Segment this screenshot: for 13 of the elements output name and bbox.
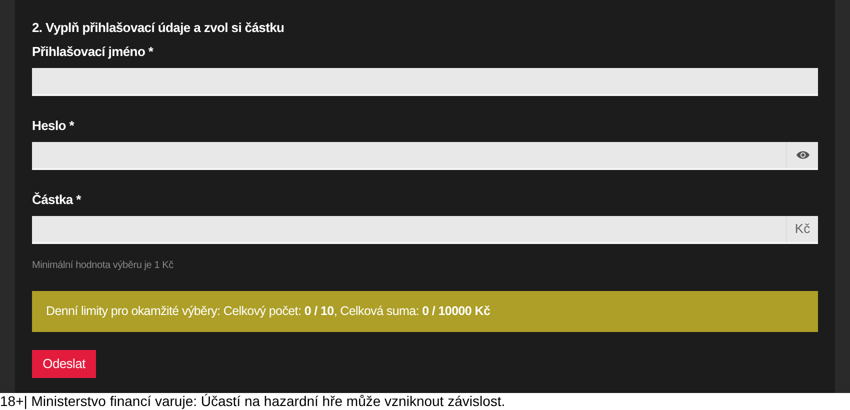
hint-text: Minimální hodnota výběru je 1 Kč bbox=[32, 259, 174, 273]
input-field[interactable] bbox=[32, 68, 818, 96]
field-label: Heslo * bbox=[32, 117, 76, 135]
eye-icon[interactable] bbox=[796, 150, 810, 160]
input-field[interactable]: Kč bbox=[32, 216, 818, 244]
field-label: Částka * bbox=[32, 191, 82, 209]
field-label: Přihlašovací jméno * bbox=[32, 43, 154, 61]
currency-addon: Kč bbox=[786, 216, 818, 242]
section-title: 2. Vyplň přihlašovací údaje a zvol si částku bbox=[32, 19, 286, 37]
warning-footer: 18+| Ministerstvo financí varuje: Účastí na hazardní hře může vzniknout závislost. bbox=[0, 393, 850, 410]
limits-banner: Denní limity pro okamžité výběry: Celkový počet: 0 / 10, Celková suma: 0 / 10000 Kč bbox=[32, 291, 818, 332]
submit-button[interactable]: Odeslat bbox=[32, 350, 96, 378]
input-field[interactable] bbox=[32, 142, 818, 170]
